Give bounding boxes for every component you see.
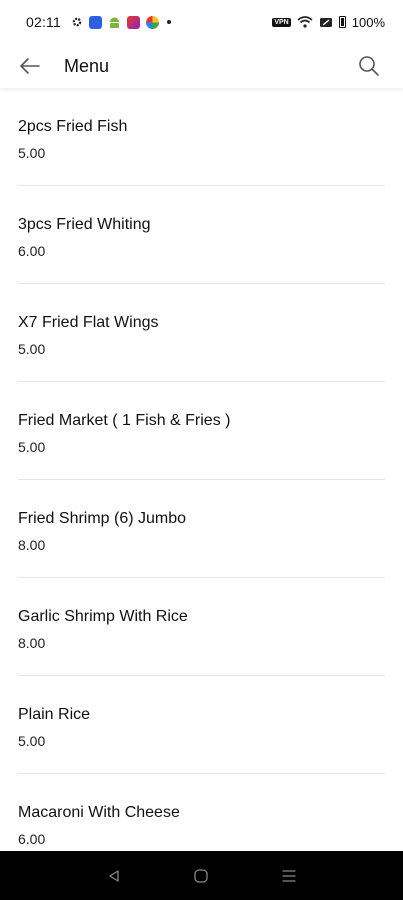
- menu-list: 2pcs Fried Fish 5.00 3pcs Fried Whiting …: [0, 88, 403, 872]
- item-price: 8.00: [18, 635, 46, 651]
- nav-recents-button[interactable]: [274, 861, 304, 891]
- item-name: Macaroni With Cheese: [18, 804, 180, 821]
- nav-back-button[interactable]: [99, 861, 129, 891]
- search-button[interactable]: [351, 48, 387, 84]
- battery-percent: 100%: [351, 14, 385, 30]
- menu-item[interactable]: 3pcs Fried Whiting 6.00: [18, 186, 385, 284]
- item-price: 8.00: [18, 537, 46, 553]
- battery-icon: [338, 16, 346, 28]
- signal-icon: [319, 18, 332, 27]
- item-name: 3pcs Fried Whiting: [18, 216, 151, 233]
- item-price: 5.00: [18, 341, 46, 357]
- app-notification-icon: [89, 15, 102, 29]
- menu-item[interactable]: Plain Rice 5.00: [18, 676, 385, 774]
- photos-icon: [146, 15, 159, 29]
- nav-home-icon: [194, 868, 209, 883]
- arrow-left-icon: [20, 58, 40, 74]
- nav-back-icon: [109, 869, 119, 882]
- status-bar: 02:11 VPN 100%: [0, 0, 403, 44]
- item-name: Plain Rice: [18, 706, 91, 723]
- item-name: 2pcs Fried Fish: [18, 118, 128, 135]
- item-price: 6.00: [18, 831, 46, 847]
- item-price: 6.00: [18, 243, 46, 259]
- navigation-bar: [0, 851, 403, 900]
- more-notifications-icon: [167, 20, 171, 24]
- page-title: Menu: [64, 55, 110, 76]
- android-icon: [110, 17, 119, 28]
- item-name: Garlic Shrimp With Rice: [18, 608, 188, 625]
- settings-icon: [72, 17, 82, 27]
- vpn-icon: VPN: [272, 17, 291, 27]
- back-button[interactable]: [8, 44, 52, 88]
- menu-item[interactable]: Fried Shrimp (6) Jumbo 8.00: [18, 480, 385, 578]
- wifi-icon: [297, 16, 313, 28]
- item-price: 5.00: [18, 439, 46, 455]
- nav-home-button[interactable]: [186, 861, 216, 891]
- item-name: X7 Fried Flat Wings: [18, 314, 159, 331]
- notification-icons: [71, 15, 171, 29]
- item-name: Fried Market ( 1 Fish & Fries ): [18, 412, 231, 429]
- nav-recents-icon: [282, 869, 296, 882]
- search-icon: [359, 56, 379, 76]
- app-bar: Menu: [0, 44, 403, 88]
- menu-item[interactable]: 2pcs Fried Fish 5.00: [18, 88, 385, 186]
- menu-item[interactable]: Garlic Shrimp With Rice 8.00: [18, 578, 385, 676]
- item-price: 5.00: [18, 145, 46, 161]
- item-name: Fried Shrimp (6) Jumbo: [18, 510, 187, 527]
- item-price: 5.00: [18, 733, 46, 749]
- photo-app-icon: [127, 15, 140, 29]
- status-time: 02:11: [26, 14, 61, 30]
- system-icons: VPN 100%: [272, 15, 385, 30]
- menu-item[interactable]: Fried Market ( 1 Fish & Fries ) 5.00: [18, 382, 385, 480]
- menu-item[interactable]: X7 Fried Flat Wings 5.00: [18, 284, 385, 382]
